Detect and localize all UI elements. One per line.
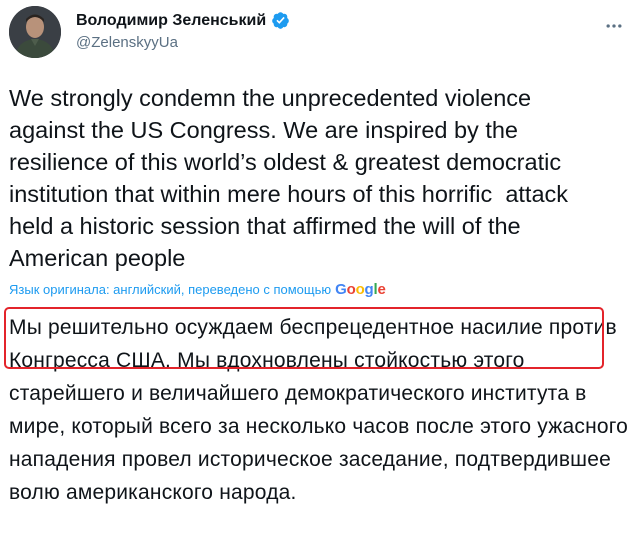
author-display-name[interactable]: Володимир Зеленський: [76, 12, 266, 30]
verified-badge-icon: [272, 12, 289, 29]
tweet-text: We strongly condemn the unprecedented vi…: [9, 85, 569, 271]
translation-note-text: Язык оригинала: английский, переведено с…: [9, 282, 332, 297]
author-name-row[interactable]: Володимир Зеленський: [76, 11, 290, 30]
avatar[interactable]: [9, 6, 61, 58]
translated-tweet-text: Мы решительно осуждаем беспрецедентное н…: [9, 316, 629, 504]
more-horizontal-icon: [606, 24, 622, 28]
translation-attribution[interactable]: Язык оригинала: английский, переведено с…: [9, 281, 386, 298]
more-options-button[interactable]: [602, 14, 626, 38]
author-handle[interactable]: @ZelenskyyUa: [76, 34, 178, 51]
google-logo: Google: [335, 281, 386, 298]
